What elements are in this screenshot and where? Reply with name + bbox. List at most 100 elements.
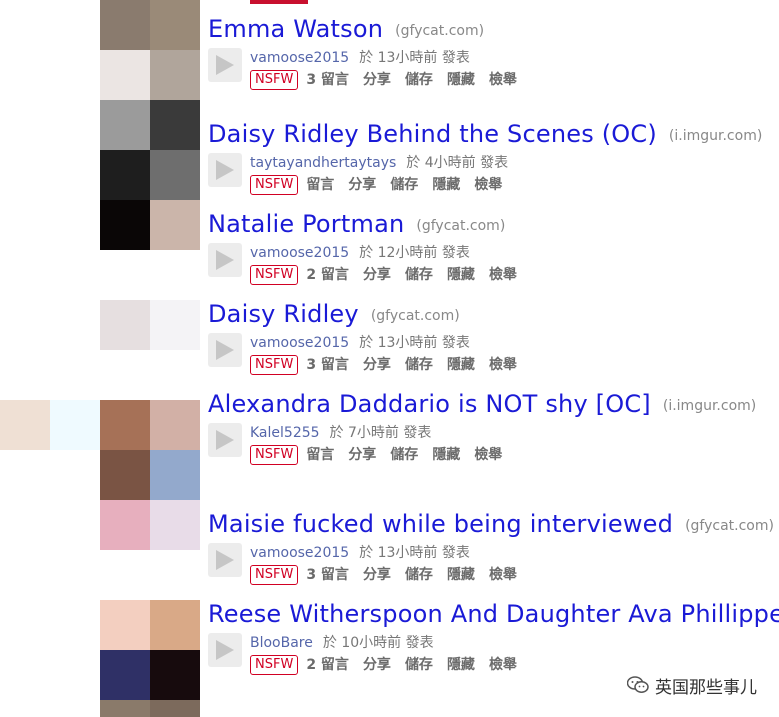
nsfw-badge: NSFW [250, 355, 299, 375]
hide-button[interactable]: 隱藏 [447, 72, 475, 88]
post-domain[interactable]: (gfycat.com) [371, 308, 460, 324]
expand-video-button[interactable] [208, 423, 242, 457]
post-author[interactable]: vamoose2015 [250, 335, 349, 351]
mosaic-tile [100, 600, 150, 650]
post-author[interactable]: vamoose2015 [250, 50, 349, 66]
post-author[interactable]: BlooBare [250, 635, 313, 651]
post-meta: BlooBare 於 10小時前 發表 [250, 632, 434, 652]
comments-button[interactable]: 3 留言 [306, 357, 349, 373]
hide-button[interactable]: 隱藏 [447, 357, 475, 373]
report-button[interactable]: 檢舉 [489, 267, 517, 283]
share-button[interactable]: 分享 [348, 447, 376, 463]
share-button[interactable]: 分享 [363, 657, 391, 673]
mosaic-tile [150, 400, 200, 450]
report-button[interactable]: 檢舉 [489, 72, 517, 88]
mosaic-tile [100, 450, 150, 500]
post-meta: vamoose2015 於 13小時前 發表 [250, 542, 470, 562]
post-title-link[interactable]: Maisie fucked while being interviewed [208, 510, 673, 538]
save-button[interactable]: 儲存 [405, 267, 433, 283]
save-button[interactable]: 儲存 [390, 177, 418, 193]
play-icon [216, 55, 234, 75]
mosaic-tile [100, 100, 150, 150]
post-author[interactable]: vamoose2015 [250, 545, 349, 561]
comments-button[interactable]: 2 留言 [306, 267, 349, 283]
mosaic-tile [150, 450, 200, 500]
post-author[interactable]: vamoose2015 [250, 245, 349, 261]
mosaic-tile [100, 400, 150, 450]
post-buttons: NSFW 留言 分享 儲存 隱藏 檢舉 [250, 444, 516, 466]
post-buttons: NSFW 留言 分享 儲存 隱藏 檢舉 [250, 174, 516, 196]
mosaic-tile [150, 600, 200, 650]
post-buttons: NSFW 3 留言 分享 儲存 隱藏 檢舉 [250, 564, 531, 586]
post-title-link[interactable]: Emma Watson [208, 15, 383, 43]
save-button[interactable]: 儲存 [405, 72, 433, 88]
post-domain[interactable]: (i.imgur.com) [669, 128, 762, 144]
post-domain[interactable]: (gfycat.com) [685, 518, 774, 534]
post-title-line: Reese Witherspoon And Daughter Ava Phill… [208, 600, 779, 628]
mosaic-tile [150, 0, 200, 50]
mosaic-tile [150, 200, 200, 250]
nsfw-badge: NSFW [250, 70, 299, 90]
post-time: 於 10小時前 發表 [322, 635, 434, 651]
hide-button[interactable]: 隱藏 [432, 447, 460, 463]
save-button[interactable]: 儲存 [405, 657, 433, 673]
comments-button[interactable]: 留言 [306, 177, 334, 193]
report-button[interactable]: 檢舉 [474, 177, 502, 193]
hide-button[interactable]: 隱藏 [447, 267, 475, 283]
share-button[interactable]: 分享 [348, 177, 376, 193]
expand-video-button[interactable] [208, 633, 242, 667]
share-button[interactable]: 分享 [363, 567, 391, 583]
post-time: 於 13小時前 發表 [359, 50, 470, 66]
post-buttons: NSFW 3 留言 分享 儲存 隱藏 檢舉 [250, 354, 531, 376]
post-title-link[interactable]: Natalie Portman [208, 210, 404, 238]
expand-video-button[interactable] [208, 153, 242, 187]
share-button[interactable]: 分享 [363, 357, 391, 373]
post-meta: vamoose2015 於 13小時前 發表 [250, 47, 470, 67]
mosaic-tile [150, 650, 200, 700]
report-button[interactable]: 檢舉 [489, 567, 517, 583]
expand-video-button[interactable] [208, 333, 242, 367]
post-domain[interactable]: (gfycat.com) [416, 218, 505, 234]
post-time: 於 13小時前 發表 [359, 335, 470, 351]
post-title-link[interactable]: Daisy Ridley [208, 300, 359, 328]
post-domain[interactable]: (i.imgur.com) [663, 398, 756, 414]
hide-button[interactable]: 隱藏 [447, 657, 475, 673]
post-author[interactable]: Kalel5255 [250, 425, 320, 441]
expand-video-button[interactable] [208, 243, 242, 277]
mosaic-tile [150, 150, 200, 200]
report-button[interactable]: 檢舉 [489, 657, 517, 673]
post-domain[interactable]: (gfycat.com) [395, 23, 484, 39]
mosaic-tile [150, 100, 200, 150]
report-button[interactable]: 檢舉 [474, 447, 502, 463]
expand-video-button[interactable] [208, 48, 242, 82]
mosaic-tile [100, 700, 150, 717]
save-button[interactable]: 儲存 [405, 357, 433, 373]
comments-button[interactable]: 3 留言 [306, 72, 349, 88]
comments-button[interactable]: 留言 [306, 447, 334, 463]
post-title-link[interactable]: Alexandra Daddario is NOT shy [OC] [208, 390, 651, 418]
post-buttons: NSFW 3 留言 分享 儲存 隱藏 檢舉 [250, 69, 531, 91]
post-title-link[interactable]: Daisy Ridley Behind the Scenes (OC) [208, 120, 657, 148]
post-meta: vamoose2015 於 12小時前 發表 [250, 242, 470, 262]
hide-button[interactable]: 隱藏 [447, 567, 475, 583]
expand-video-button[interactable] [208, 543, 242, 577]
wechat-icon [626, 676, 649, 699]
watermark-text: 英国那些事儿 [655, 677, 757, 698]
post-title-link[interactable]: Reese Witherspoon And Daughter Ava Phill… [208, 600, 779, 628]
post-time: 於 7小時前 發表 [329, 425, 432, 441]
save-button[interactable]: 儲存 [390, 447, 418, 463]
post-title-line: Maisie fucked while being interviewed (gf… [208, 510, 774, 538]
save-button[interactable]: 儲存 [405, 567, 433, 583]
post-meta: taytayandhertaytays 於 4小時前 發表 [250, 152, 508, 172]
report-button[interactable]: 檢舉 [489, 357, 517, 373]
nsfw-badge: NSFW [250, 445, 299, 465]
comments-button[interactable]: 2 留言 [306, 657, 349, 673]
hide-button[interactable]: 隱藏 [432, 177, 460, 193]
comments-button[interactable]: 3 留言 [306, 567, 349, 583]
play-icon [216, 430, 234, 450]
mosaic-tile [150, 500, 200, 550]
share-button[interactable]: 分享 [363, 72, 391, 88]
post-author[interactable]: taytayandhertaytays [250, 155, 396, 171]
mosaic-tile [100, 150, 150, 200]
share-button[interactable]: 分享 [363, 267, 391, 283]
